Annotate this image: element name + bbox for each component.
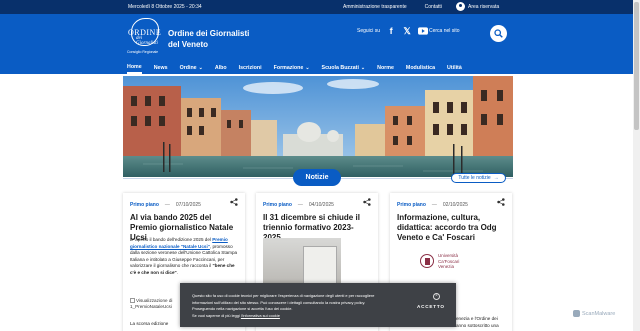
card-body-line: anno sottoscritto una [456, 322, 499, 328]
university-name-line3: Venezia [438, 264, 455, 269]
nav-item-scuola-buzzati[interactable]: Scuola Buzzati ⌄ [322, 61, 366, 74]
all-news-button[interactable]: Tutte le notizie → [451, 173, 506, 183]
nav-item-label: Scuola Buzzati [321, 64, 359, 71]
nav-item-label: Formazione [273, 64, 304, 71]
x-icon[interactable]: 𝕏 [402, 26, 412, 36]
nav-item-norme[interactable]: Norme [377, 61, 394, 74]
chevron-down-icon: ⌄ [360, 64, 366, 71]
search-icon [494, 29, 503, 38]
card-title[interactable]: Informazione, cultura, didattica: accord… [397, 213, 505, 243]
nav-item-label: News [153, 64, 168, 71]
top-bar: Mercoledì 8 Ottobre 2025 - 20:34 Amminis… [0, 0, 640, 14]
nav-item-ordine[interactable]: Ordine ⌄ [180, 61, 203, 74]
nav-item-label: Albo [214, 64, 227, 71]
contacts-link[interactable]: Contatti [425, 4, 442, 10]
nav-item-label: Utilità [447, 64, 462, 71]
card-body-text: . [176, 269, 178, 275]
university-crest-icon [420, 254, 434, 269]
youtube-icon[interactable] [418, 26, 429, 36]
share-icon[interactable] [363, 198, 371, 206]
reserved-area-link[interactable]: Area riservata [456, 2, 499, 11]
card-body: E' aperto il bando dell'edizione 2025 de… [130, 237, 238, 276]
follow-label: Seguici su [357, 28, 381, 34]
search-label: Cerca nel sito [429, 28, 460, 34]
cookie-line: Se vuoi saperne di più leggi l'informati… [192, 313, 397, 320]
close-icon[interactable]: × [433, 293, 440, 300]
site-title[interactable]: Ordine dei Giornalisti del Veneto [168, 28, 249, 50]
nav-item-modulistica[interactable]: Modulistica [406, 61, 435, 74]
facebook-icon[interactable]: f [386, 26, 396, 36]
chevron-down-icon: ⌄ [305, 64, 310, 71]
ca-foscari-logo: Università Ca'Foscari Venezia [420, 253, 459, 270]
site-logo[interactable]: ORDINE dei Giornalisti Consiglio Regiona… [127, 18, 163, 58]
nav-item-label: Iscrizioni [238, 64, 262, 71]
social-links: Seguici su f 𝕏 [357, 26, 429, 36]
nav-item-formazione[interactable]: Formazione ⌄ [274, 61, 310, 74]
cookie-line: Questo sito fa uso di cookie tecnici per… [192, 293, 375, 298]
hero-image [123, 76, 513, 177]
meta-separator: — [431, 202, 437, 208]
main-nav: Home News Ordine ⌄ Albo Iscrizioni Formazione ⌄… [0, 61, 640, 74]
share-icon[interactable] [230, 198, 238, 206]
card-meta: Primo piano — 04/10/2025 [263, 202, 334, 208]
site-title-line1: Ordine dei Giornalisti [168, 29, 250, 38]
meta-separator: — [164, 202, 170, 208]
image-alt-text: Visualizzazione di 1_PremioNataleUcsi [130, 298, 173, 309]
card-date: 04/10/2025 [308, 202, 334, 208]
card-date: 07/10/2025 [175, 202, 201, 208]
nav-item-label: Ordine [179, 64, 197, 71]
logo-text-sub: dei Giornalisti [136, 36, 158, 46]
user-icon [456, 2, 465, 11]
cookie-line: Proseguendo nella navigazione si accetta… [192, 306, 293, 312]
cookie-more-text: Se vuoi saperne di più leggi [192, 312, 241, 318]
current-date: Mercoledì 8 Ottobre 2025 - 20:34 [128, 4, 202, 10]
page-scrollbar[interactable] [633, 0, 640, 331]
nav-item-label: Home [127, 63, 142, 70]
card-body-text: E' aperto il bando dell'edizione 2025 de… [130, 237, 213, 242]
accept-cookies-button[interactable]: ACCETTO [417, 304, 445, 309]
watermark: ScanMalware [573, 310, 615, 317]
university-name: Università Ca'Foscari Venezia [438, 253, 459, 270]
cookie-policy-link[interactable]: l'informativa sui cookie [241, 313, 280, 318]
logo-caption: Consiglio Regionale [127, 50, 159, 54]
reserved-area-label: Area riservata [468, 3, 500, 10]
watermark-text: ScanMalware [582, 310, 616, 317]
scrollbar-thumb[interactable] [634, 2, 639, 130]
photo-sheet [303, 246, 337, 286]
cookie-text: Questo sito fa uso di cookie tecnici per… [192, 293, 397, 319]
nav-item-label: Norme [377, 64, 394, 71]
chevron-down-icon: ⌄ [198, 64, 203, 71]
cookie-banner: Questo sito fa uso di cookie tecnici per… [180, 283, 456, 327]
nav-item-utilit-[interactable]: Utilità [447, 61, 462, 74]
cookie-line: informazioni sull'utilizzo del sito stes… [192, 299, 366, 305]
share-icon[interactable] [497, 198, 505, 206]
card-category[interactable]: Primo piano [130, 202, 159, 208]
search-button[interactable] [490, 25, 507, 42]
meta-separator: — [297, 202, 303, 208]
card-meta: Primo piano — 07/10/2025 [130, 202, 201, 208]
top-links: Amministrazione trasparente Contatti [343, 4, 442, 10]
nav-item-label: Modulistica [405, 64, 436, 71]
transparency-link[interactable]: Amministrazione trasparente [343, 4, 407, 10]
scanmalware-icon [573, 310, 580, 317]
card-meta: Primo piano — 02/10/2025 [397, 202, 468, 208]
university-name-line1: Università [438, 253, 459, 258]
arrow-right-icon: → [493, 175, 499, 181]
nav-item-albo[interactable]: Albo [215, 61, 227, 74]
nav-item-news[interactable]: News [154, 61, 168, 74]
nav-item-iscrizioni[interactable]: Iscrizioni [239, 61, 262, 74]
site-title-line2: del Veneto [168, 40, 209, 49]
card-category[interactable]: Primo piano [263, 202, 292, 208]
card-date: 02/10/2025 [442, 202, 468, 208]
card-photo [263, 238, 341, 288]
card-body-partial: enezia e l'Ordine dei anno sottoscritto … [456, 316, 510, 329]
section-title: Notizie [293, 169, 341, 186]
card-category[interactable]: Primo piano [397, 202, 426, 208]
nav-item-home[interactable]: Home [127, 61, 142, 74]
image-icon [130, 298, 135, 304]
site-header: ORDINE dei Giornalisti Consiglio Regiona… [0, 14, 640, 61]
all-news-label: Tutte le notizie [458, 175, 491, 181]
